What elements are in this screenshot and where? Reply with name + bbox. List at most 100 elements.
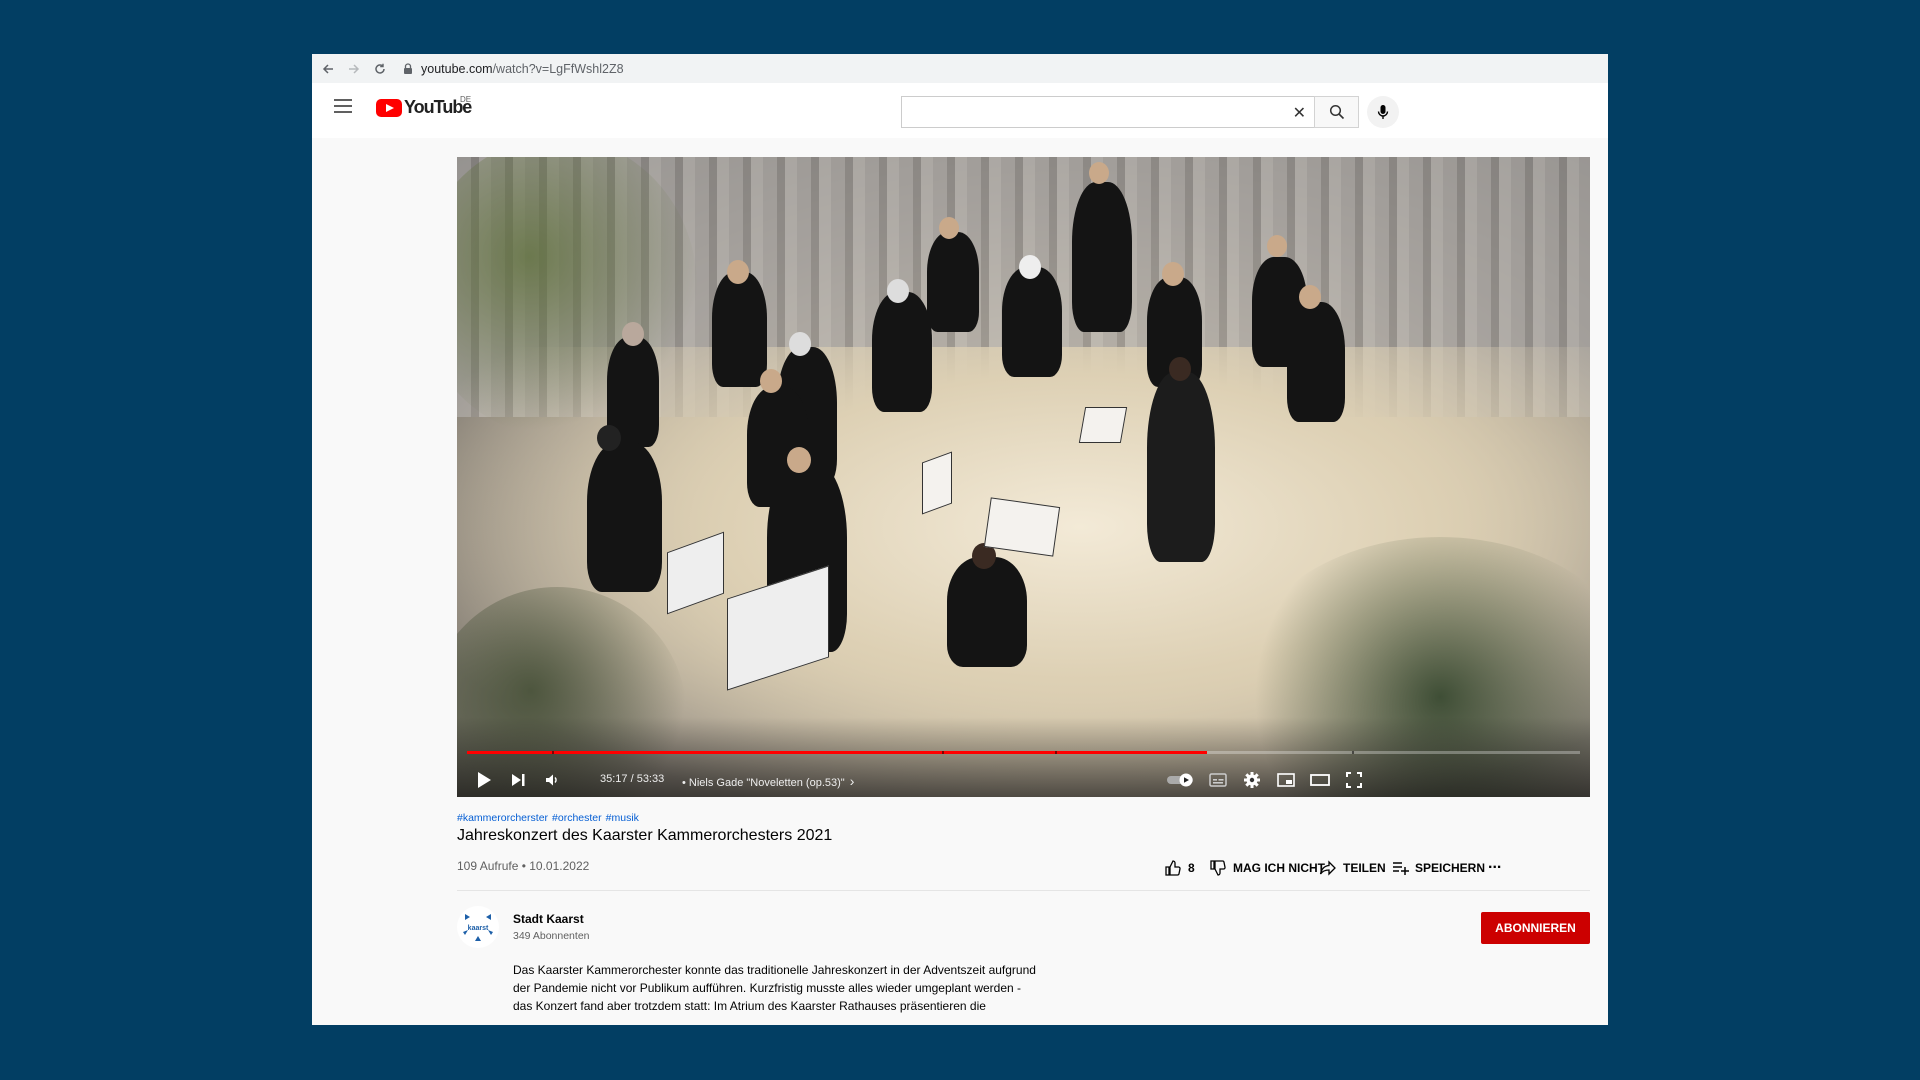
chapter-marker	[1352, 751, 1354, 754]
musician-head	[1019, 255, 1041, 279]
fullscreen-icon	[1346, 772, 1362, 788]
musician	[927, 232, 979, 332]
musician-head	[787, 447, 811, 473]
progress-fill	[467, 751, 1208, 754]
mute-button[interactable]	[539, 767, 565, 793]
musician-head	[727, 260, 749, 284]
youtube-header: YouTube DE ✕	[312, 83, 1608, 138]
hashtag-link[interactable]: #orchester	[552, 812, 602, 824]
save-button[interactable]: SPEICHERN	[1391, 857, 1485, 879]
music-stand	[983, 497, 1061, 557]
musician	[1287, 302, 1345, 422]
hashtag-list: #kammerorcherster #orchester #musik	[457, 812, 643, 824]
volume-icon	[546, 774, 557, 786]
subtitles-button[interactable]	[1205, 767, 1231, 793]
microphone-icon	[1377, 105, 1389, 119]
address-bar[interactable]: youtube.com/watch?v=LgFfWshl2Z8	[401, 62, 624, 76]
conductor-head	[1169, 357, 1191, 381]
dislike-button[interactable]: MAG ICH NICHT	[1209, 857, 1325, 879]
save-label: SPEICHERN	[1415, 861, 1486, 875]
subtitles-icon	[1209, 773, 1227, 787]
theater-mode-button[interactable]	[1307, 767, 1333, 793]
youtube-logo[interactable]: YouTube DE	[376, 95, 472, 118]
musician-head	[789, 332, 811, 356]
divider	[457, 890, 1590, 891]
hashtag-link[interactable]: #kammerorcherster	[457, 812, 548, 824]
svg-text:kaarst: kaarst	[468, 925, 489, 932]
chapter-name: • Niels Gade "Noveletten (op.53)"	[682, 777, 845, 789]
kaarst-logo-icon: kaarst	[458, 907, 498, 947]
theater-mode-icon	[1310, 774, 1330, 786]
description-line: Das Kaarster Kammerorchester konnte das …	[513, 963, 1036, 977]
thumbs-up-icon	[1165, 860, 1181, 876]
video-description: Das Kaarster Kammerorchester konnte das …	[513, 961, 1073, 1015]
autoplay-toggle[interactable]	[1166, 767, 1198, 793]
forward-arrow-icon[interactable]	[341, 56, 367, 82]
more-actions-button[interactable]: ...	[1488, 853, 1501, 875]
playlist-add-icon	[1393, 862, 1409, 875]
miniplayer-icon	[1277, 773, 1295, 787]
description-line: das Konzert fand aber trotzdem statt: Im…	[513, 999, 986, 1013]
share-button[interactable]: TEILEN	[1319, 857, 1386, 879]
musician-head	[939, 217, 959, 239]
settings-button[interactable]	[1239, 767, 1265, 793]
share-label: TEILEN	[1343, 861, 1386, 875]
play-icon	[478, 772, 491, 788]
musician-head	[1267, 235, 1287, 257]
video-actions: 8 MAG ICH NICHT TEILEN SPEICHERN ...	[312, 855, 1608, 879]
search-button[interactable]	[1314, 96, 1359, 128]
lock-icon	[404, 62, 412, 74]
subscribe-button[interactable]: ABONNIEREN	[1481, 912, 1590, 944]
chapter-marker	[1055, 751, 1057, 754]
dislike-label: MAG ICH NICHT	[1233, 861, 1325, 875]
channel-name[interactable]: Stadt Kaarst	[513, 912, 584, 926]
skip-next-icon	[512, 774, 525, 786]
channel-avatar[interactable]: kaarst	[457, 906, 499, 948]
search-input[interactable]: ✕	[901, 96, 1315, 128]
time-display: 35:17 / 53:33	[600, 773, 665, 785]
musician-head	[887, 279, 909, 303]
play-button[interactable]	[471, 767, 497, 793]
url-host: youtube.com	[421, 61, 493, 76]
hashtag-link[interactable]: #musik	[606, 812, 639, 824]
chapter-marker	[942, 751, 944, 754]
musician	[872, 292, 932, 412]
like-button[interactable]: 8	[1164, 857, 1195, 879]
chevron-right-icon: ›	[849, 773, 855, 789]
musician	[1002, 267, 1062, 377]
youtube-play-icon	[376, 98, 402, 117]
country-code: DE	[460, 95, 472, 104]
musician	[1072, 182, 1132, 332]
musician	[712, 272, 767, 387]
browser-window: youtube.com/watch?v=LgFfWshl2Z8 YouTube …	[312, 54, 1608, 1025]
chapter-title[interactable]: • Niels Gade "Noveletten (op.53)" ›	[682, 773, 854, 789]
video-title: Jahreskonzert des Kaarster Kammerorchest…	[457, 827, 833, 844]
browser-toolbar: youtube.com/watch?v=LgFfWshl2Z8	[312, 54, 1608, 84]
description-line: der Pandemie nicht vor Publikum aufführe…	[513, 981, 1022, 995]
reload-icon[interactable]	[367, 56, 393, 82]
musician-head	[597, 425, 621, 451]
more-horizontal-icon: ...	[1488, 855, 1502, 872]
musician-head	[1162, 262, 1184, 286]
fullscreen-button[interactable]	[1341, 767, 1367, 793]
next-button[interactable]	[505, 767, 531, 793]
subscriber-count: 349 Abonnenten	[513, 930, 590, 942]
like-count: 8	[1188, 861, 1195, 875]
chapter-marker	[552, 751, 554, 754]
clear-icon[interactable]: ✕	[1293, 103, 1306, 123]
musician-head	[1299, 285, 1321, 309]
miniplayer-button[interactable]	[1273, 767, 1299, 793]
progress-bar[interactable]	[467, 751, 1580, 754]
controls-overlay	[457, 717, 1590, 797]
url-path: /watch?v=LgFfWshl2Z8	[492, 61, 624, 76]
musician-head	[622, 322, 644, 346]
video-player[interactable]: 35:17 / 53:33 • Niels Gade "Noveletten (…	[457, 157, 1590, 797]
share-icon	[1319, 860, 1336, 876]
musician	[587, 442, 662, 592]
voice-search-button[interactable]	[1367, 96, 1399, 128]
musician	[947, 557, 1027, 667]
gear-icon	[1244, 772, 1260, 788]
menu-icon[interactable]	[334, 99, 352, 113]
back-arrow-icon[interactable]	[315, 56, 341, 82]
music-stand	[1078, 407, 1128, 443]
